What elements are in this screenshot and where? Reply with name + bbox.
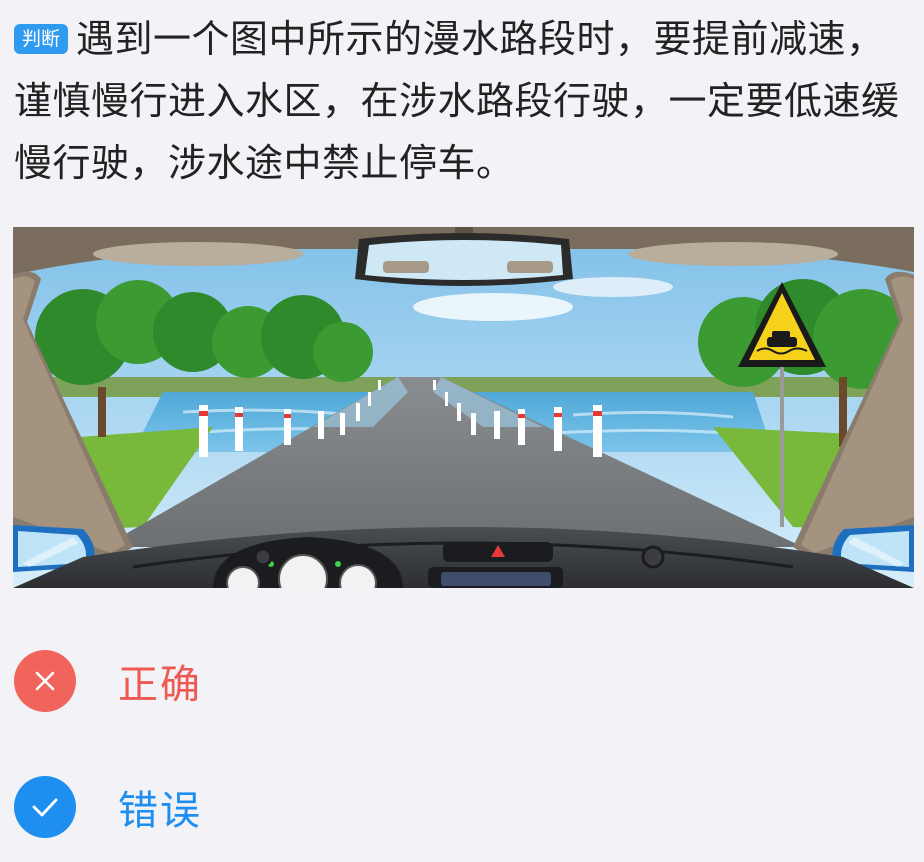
question-illustration: [13, 227, 914, 588]
question-type-tag: 判断: [14, 24, 69, 54]
option-false-label: 错误: [118, 788, 202, 834]
close-icon: [14, 650, 76, 712]
check-icon: [14, 776, 76, 838]
question-text: 遇到一个图中所示的漫水路段时，要提前减速，谨慎慢行进入水区，在涉水路段行驶，一定…: [14, 17, 900, 185]
option-true[interactable]: 正确: [14, 650, 202, 712]
option-false[interactable]: 错误: [14, 776, 202, 838]
question-stem: 判断 遇到一个图中所示的漫水路段时，要提前减速，谨慎慢行进入水区，在涉水路段行驶，…: [14, 8, 914, 194]
option-true-label: 正确: [118, 662, 202, 708]
